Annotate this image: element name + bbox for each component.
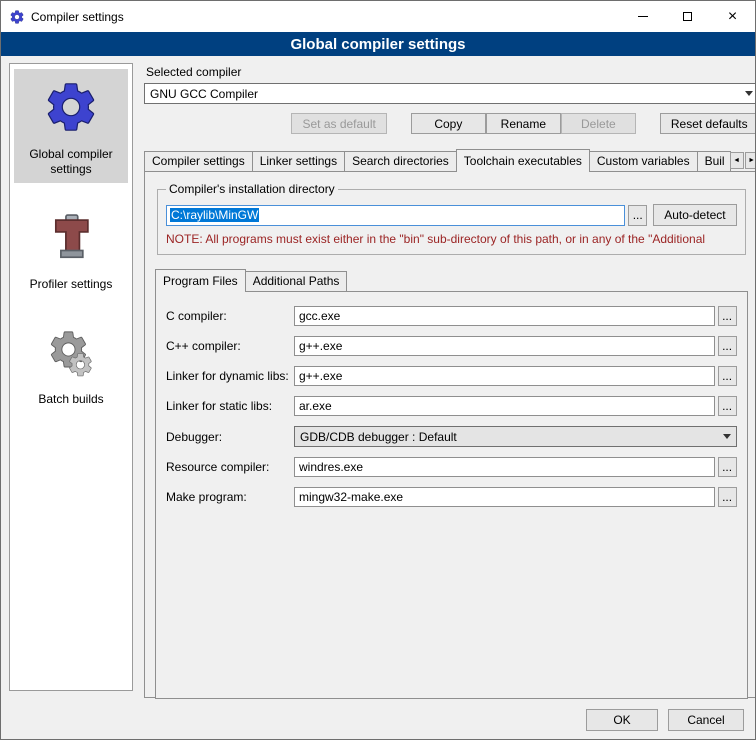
main-panel: Selected compiler GNU GCC Compiler Set a… bbox=[144, 63, 756, 704]
bin-subdirectory-note: NOTE: All programs must exist either in … bbox=[166, 232, 737, 246]
app-icon bbox=[9, 9, 25, 25]
dialog-footer: OK Cancel bbox=[586, 709, 744, 731]
tab-additional-paths[interactable]: Additional Paths bbox=[245, 271, 348, 291]
tab-search-directories[interactable]: Search directories bbox=[344, 151, 457, 171]
auto-detect-button[interactable]: Auto-detect bbox=[653, 204, 736, 226]
rename-button[interactable]: Rename bbox=[486, 113, 561, 134]
copy-button[interactable]: Copy bbox=[411, 113, 486, 134]
titlebar: Compiler settings × bbox=[1, 1, 755, 32]
linker-static-row: Linker for static libs: ... bbox=[166, 396, 737, 416]
maximize-icon bbox=[683, 12, 692, 21]
sidebar-item-label: Batch builds bbox=[38, 392, 103, 407]
resource-compiler-browse-button[interactable]: ... bbox=[718, 457, 737, 477]
make-program-row: Make program: ... bbox=[166, 487, 737, 507]
dialog-header: Global compiler settings bbox=[1, 32, 755, 56]
dialog-content: Global compiler settings Profiler settin… bbox=[1, 56, 755, 704]
chevron-down-icon bbox=[740, 84, 756, 103]
debugger-row: Debugger: GDB/CDB debugger : Default bbox=[166, 426, 737, 447]
debugger-label: Debugger: bbox=[166, 430, 294, 444]
c-compiler-row: C compiler: ... bbox=[166, 306, 737, 326]
ok-button[interactable]: OK bbox=[586, 709, 658, 731]
c-compiler-browse-button[interactable]: ... bbox=[718, 306, 737, 326]
gear-blue-icon bbox=[39, 75, 103, 139]
tab-scroll-left-button[interactable]: ◄ bbox=[730, 152, 744, 169]
selected-compiler-label: Selected compiler bbox=[146, 65, 756, 79]
compiler-actions: Set as default Copy Rename Delete Reset … bbox=[144, 113, 756, 134]
set-as-default-button[interactable]: Set as default bbox=[291, 113, 386, 134]
window-controls: × bbox=[620, 1, 755, 32]
program-files-panel: C compiler: ... C++ compiler: ... Linker… bbox=[155, 291, 748, 699]
tab-build-options-truncated[interactable]: Buil bbox=[697, 151, 731, 171]
selected-compiler-dropdown[interactable]: GNU GCC Compiler bbox=[144, 83, 756, 104]
close-icon: × bbox=[728, 9, 737, 25]
chevron-down-icon bbox=[718, 427, 736, 446]
linker-static-field[interactable] bbox=[294, 396, 715, 416]
cpp-compiler-row: C++ compiler: ... bbox=[166, 336, 737, 356]
make-program-browse-button[interactable]: ... bbox=[718, 487, 737, 507]
linker-dynamic-row: Linker for dynamic libs: ... bbox=[166, 366, 737, 386]
tab-scrollers: ◄ ► bbox=[730, 152, 756, 169]
installation-directory-legend: Compiler's installation directory bbox=[166, 182, 338, 196]
linker-dynamic-browse-button[interactable]: ... bbox=[718, 366, 737, 386]
settings-tabbar: Compiler settings Linker settings Search… bbox=[144, 149, 756, 171]
sidebar-item-global-compiler-settings[interactable]: Global compiler settings bbox=[14, 69, 128, 183]
installation-directory-groupbox: Compiler's installation directory C:\ray… bbox=[157, 182, 746, 255]
resource-compiler-field[interactable] bbox=[294, 457, 715, 477]
make-program-label: Make program: bbox=[166, 490, 294, 504]
cpp-compiler-label: C++ compiler: bbox=[166, 339, 294, 353]
arrow-right-icon: ► bbox=[748, 157, 755, 164]
tab-custom-variables[interactable]: Custom variables bbox=[589, 151, 698, 171]
tab-toolchain-executables[interactable]: Toolchain executables bbox=[456, 149, 590, 172]
tab-program-files[interactable]: Program Files bbox=[155, 269, 246, 292]
sidebar-item-label: Profiler settings bbox=[30, 277, 113, 292]
debugger-select[interactable]: GDB/CDB debugger : Default bbox=[294, 426, 737, 447]
resource-compiler-label: Resource compiler: bbox=[166, 460, 294, 474]
selected-compiler-value: GNU GCC Compiler bbox=[150, 87, 740, 101]
tab-scroll-right-button[interactable]: ► bbox=[745, 152, 756, 169]
compiler-settings-window: Compiler settings × Global compiler sett… bbox=[0, 0, 756, 740]
c-compiler-label: C compiler: bbox=[166, 309, 294, 323]
reset-defaults-button[interactable]: Reset defaults bbox=[660, 113, 756, 134]
sidebar: Global compiler settings Profiler settin… bbox=[9, 63, 133, 691]
minimize-icon bbox=[638, 16, 648, 17]
cpp-compiler-browse-button[interactable]: ... bbox=[718, 336, 737, 356]
minimize-button[interactable] bbox=[620, 1, 665, 32]
toolchain-executables-panel: Compiler's installation directory C:\ray… bbox=[144, 171, 756, 698]
linker-dynamic-field[interactable] bbox=[294, 366, 715, 386]
dialog-header-title: Global compiler settings bbox=[290, 36, 465, 53]
sidebar-item-profiler-settings[interactable]: Profiler settings bbox=[14, 199, 128, 298]
installation-directory-browse-button[interactable]: ... bbox=[628, 205, 647, 226]
sidebar-item-label: Global compiler settings bbox=[16, 147, 126, 177]
delete-button[interactable]: Delete bbox=[561, 113, 636, 134]
cpp-compiler-field[interactable] bbox=[294, 336, 715, 356]
sidebar-item-batch-builds[interactable]: Batch builds bbox=[14, 314, 128, 413]
window-title: Compiler settings bbox=[31, 10, 620, 24]
installation-directory-value: C:\raylib\MinGW bbox=[170, 208, 259, 222]
linker-static-browse-button[interactable]: ... bbox=[718, 396, 737, 416]
tab-compiler-settings[interactable]: Compiler settings bbox=[144, 151, 253, 171]
gray-gears-icon bbox=[39, 320, 103, 384]
tab-linker-settings[interactable]: Linker settings bbox=[252, 151, 345, 171]
profiler-tool-icon bbox=[39, 205, 103, 269]
installation-directory-input[interactable]: C:\raylib\MinGW bbox=[166, 205, 625, 226]
arrow-left-icon: ◄ bbox=[733, 157, 740, 164]
debugger-value: GDB/CDB debugger : Default bbox=[300, 430, 718, 444]
linker-dynamic-label: Linker for dynamic libs: bbox=[166, 369, 294, 383]
make-program-field[interactable] bbox=[294, 487, 715, 507]
cancel-button[interactable]: Cancel bbox=[668, 709, 744, 731]
linker-static-label: Linker for static libs: bbox=[166, 399, 294, 413]
maximize-button[interactable] bbox=[665, 1, 710, 32]
resource-compiler-row: Resource compiler: ... bbox=[166, 457, 737, 477]
close-button[interactable]: × bbox=[710, 1, 755, 32]
program-files-tabbar: Program Files Additional Paths bbox=[155, 269, 748, 291]
c-compiler-field[interactable] bbox=[294, 306, 715, 326]
